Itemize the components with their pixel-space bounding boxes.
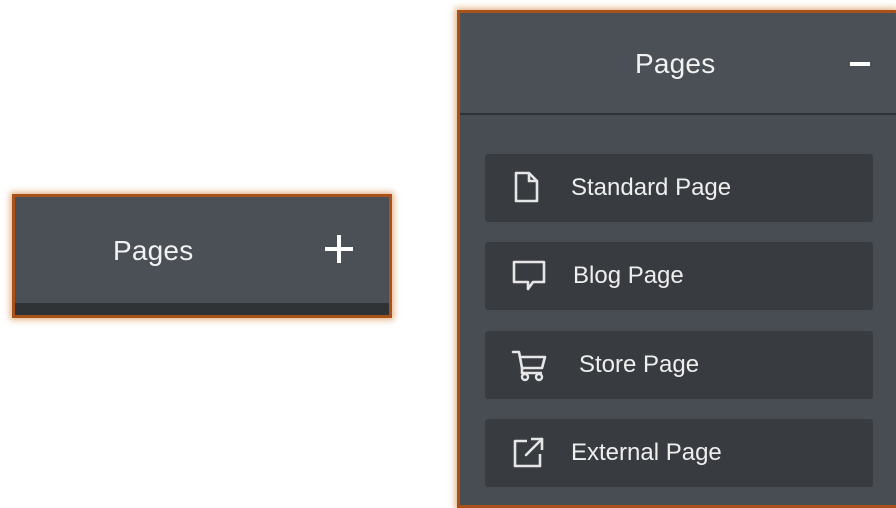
pages-panel-collapsed: Pages xyxy=(12,194,392,318)
blog-page-item[interactable]: Blog Page xyxy=(485,242,873,310)
speech-bubble-icon xyxy=(511,259,547,293)
blog-page-label: Blog Page xyxy=(573,262,684,289)
standard-page-item[interactable]: Standard Page xyxy=(485,154,873,222)
pages-panel-header[interactable]: Pages xyxy=(15,197,389,303)
external-page-item[interactable]: External Page xyxy=(485,419,873,487)
store-page-label: Store Page xyxy=(579,351,700,378)
plus-icon[interactable] xyxy=(317,227,361,271)
shopping-cart-icon xyxy=(511,348,547,382)
external-page-label: External Page xyxy=(571,439,722,466)
document-icon xyxy=(511,171,547,205)
standard-page-label: Standard Page xyxy=(571,174,732,201)
external-link-icon xyxy=(511,436,547,470)
store-page-item[interactable]: Store Page xyxy=(485,331,873,399)
pages-panel-header[interactable]: Pages xyxy=(460,13,896,115)
minus-icon[interactable] xyxy=(840,43,880,83)
pages-panel-expanded: Pages Standard Page Blog Page Store Page… xyxy=(457,10,896,508)
panel-divider xyxy=(15,303,389,315)
pages-panel-title: Pages xyxy=(113,235,194,266)
pages-panel-title: Pages xyxy=(635,48,716,79)
